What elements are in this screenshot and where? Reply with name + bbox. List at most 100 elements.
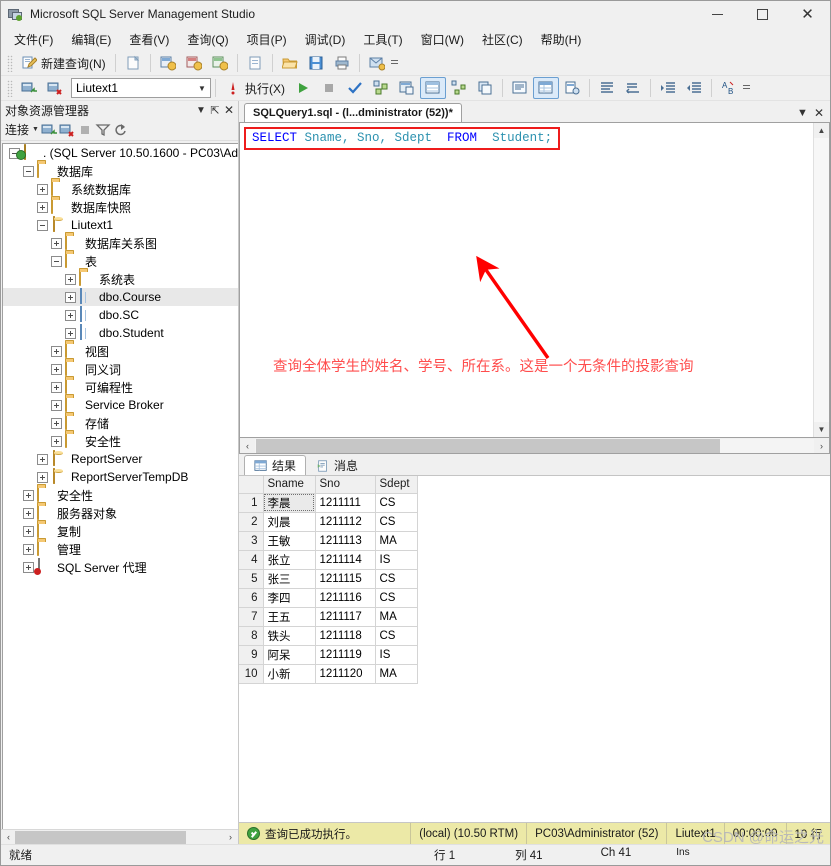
expand-icon[interactable] [23,561,34,573]
expand-icon[interactable] [51,399,62,411]
include-actual-plan-button[interactable] [446,77,472,99]
code-hscroll-track[interactable] [255,438,814,453]
new-query-button[interactable]: 新建查询(N) [16,52,111,74]
menu-tools[interactable]: 工具(T) [354,28,411,52]
collapse-icon[interactable] [37,219,48,231]
tree-node[interactable]: Service Broker [3,396,238,414]
tree-node[interactable]: 表 [3,252,238,270]
include-client-statistics-button[interactable] [472,77,498,99]
tree-node[interactable]: dbo.Student [3,324,238,342]
cell-sno[interactable]: 1211116 [315,588,376,608]
tree-node[interactable]: 视图 [3,342,238,360]
results-to-text-button[interactable] [507,77,533,99]
expand-icon[interactable] [23,489,34,501]
table-row[interactable]: 6 李四 1211116 CS [239,588,418,608]
cell-sdept[interactable]: CS [375,493,418,513]
scroll-right-icon[interactable]: › [224,830,237,844]
display-estimated-plan-button[interactable] [368,77,394,99]
expand-icon[interactable] [37,471,48,483]
code-hscrollbar[interactable]: ‹ › [239,438,830,454]
tree-node[interactable]: 可编程性 [3,378,238,396]
menu-help[interactable]: 帮助(H) [532,28,591,52]
tree-node[interactable]: 系统数据库 [3,180,238,198]
column-header-sno[interactable]: Sno [315,476,376,494]
tree-node[interactable]: 数据库关系图 [3,234,238,252]
scroll-left-icon[interactable]: ‹ [2,830,15,844]
row-number[interactable]: 3 [239,531,264,551]
table-row[interactable]: 5 张三 1211115 CS [239,569,418,589]
tree-node[interactable]: dbo.Course [3,288,238,306]
tree-node[interactable]: Liutext1 [3,216,238,234]
cell-sdept[interactable]: MA [375,607,418,627]
row-number[interactable]: 4 [239,550,264,570]
expand-icon[interactable] [65,273,76,285]
cell-sname[interactable]: 李晨 [263,493,316,513]
new-db-engine-query-button[interactable] [155,52,181,74]
filter-icon[interactable] [95,122,111,138]
cell-sdept[interactable]: CS [375,588,418,608]
object-explorer-hscrollbar[interactable]: ‹ › [1,829,238,844]
save-button[interactable] [303,52,329,74]
collapse-icon[interactable] [51,255,62,267]
tree-node[interactable]: dbo.SC [3,306,238,324]
expand-icon[interactable] [65,327,76,339]
tree-node[interactable]: 管理 [3,540,238,558]
table-row[interactable]: 8 铁头 1211118 CS [239,626,418,646]
cell-sdept[interactable]: IS [375,645,418,665]
maximize-button[interactable] [740,1,785,28]
refresh-icon[interactable] [113,122,129,138]
expand-icon[interactable] [37,201,48,213]
oe-stop-icon[interactable] [77,122,93,138]
print-button[interactable] [329,52,355,74]
row-number[interactable]: 7 [239,607,264,627]
results-to-file-button[interactable] [559,77,585,99]
cell-sno[interactable]: 1211120 [315,664,376,684]
cell-sname[interactable]: 张立 [263,550,316,570]
new-xmla-query-button[interactable] [242,52,268,74]
uncomment-button[interactable] [620,77,646,99]
table-row[interactable]: 3 王敏 1211113 MA [239,531,418,551]
code-hscroll-thumb[interactable] [256,438,720,453]
tree-node[interactable]: 数据库快照 [3,198,238,216]
tree-node[interactable]: 系统表 [3,270,238,288]
stop-button[interactable] [316,77,342,99]
specify-values-button[interactable]: AB [716,77,742,99]
collapse-icon[interactable] [23,165,34,177]
expand-icon[interactable] [51,435,62,447]
vscroll-track[interactable] [814,138,829,422]
tree-node[interactable]: 存储 [3,414,238,432]
query-options-button[interactable] [394,77,420,99]
tree-node[interactable]: 安全性 [3,432,238,450]
table-row[interactable]: 7 王五 1211117 MA [239,607,418,627]
results-grid[interactable]: Sname Sno Sdept 1 李晨 1211111 CS 2 刘晨 1211112 CS… [239,476,418,684]
debug-button[interactable] [290,77,316,99]
code-pane[interactable]: SELECT Sname, Sno, Sdept FROM Student; 查… [240,123,813,437]
cell-sno[interactable]: 1211114 [315,550,376,570]
table-row[interactable]: 1 李晨 1211111 CS [239,493,418,513]
cell-sname[interactable]: 铁头 [263,626,316,646]
minimize-button[interactable] [695,1,740,28]
row-number[interactable]: 9 [239,645,264,665]
expand-icon[interactable] [37,453,48,465]
tab-sqlquery1[interactable]: SQLQuery1.sql - (l...dministrator (52))* [244,103,462,122]
column-header-sname[interactable]: Sname [263,476,316,494]
toolbar-overflow-button[interactable] [390,53,399,73]
close-icon[interactable]: ✕ [222,103,236,117]
toolbar-grip[interactable] [7,54,13,72]
database-selector[interactable]: Liutext1 ▼ [71,78,211,98]
results-grid-wrapper[interactable]: Sname Sno Sdept 1 李晨 1211111 CS 2 刘晨 1211112 CS… [239,476,830,822]
hscroll-track[interactable] [15,830,224,844]
expand-icon[interactable] [51,417,62,429]
cell-sdept[interactable]: MA [375,531,418,551]
cell-sdept[interactable]: CS [375,569,418,589]
expand-icon[interactable] [23,525,34,537]
tree-node[interactable]: SQL Server 代理 [3,558,238,576]
menu-debug[interactable]: 调试(D) [296,28,355,52]
tab-results[interactable]: 结果 [244,455,307,475]
scroll-left-icon[interactable]: ‹ [240,439,255,453]
outdent-button[interactable] [681,77,707,99]
cell-sname[interactable]: 刘晨 [263,512,316,532]
cell-sname[interactable]: 王五 [263,607,316,627]
expand-icon[interactable] [23,543,34,555]
new-dmx-query-button[interactable] [207,52,233,74]
